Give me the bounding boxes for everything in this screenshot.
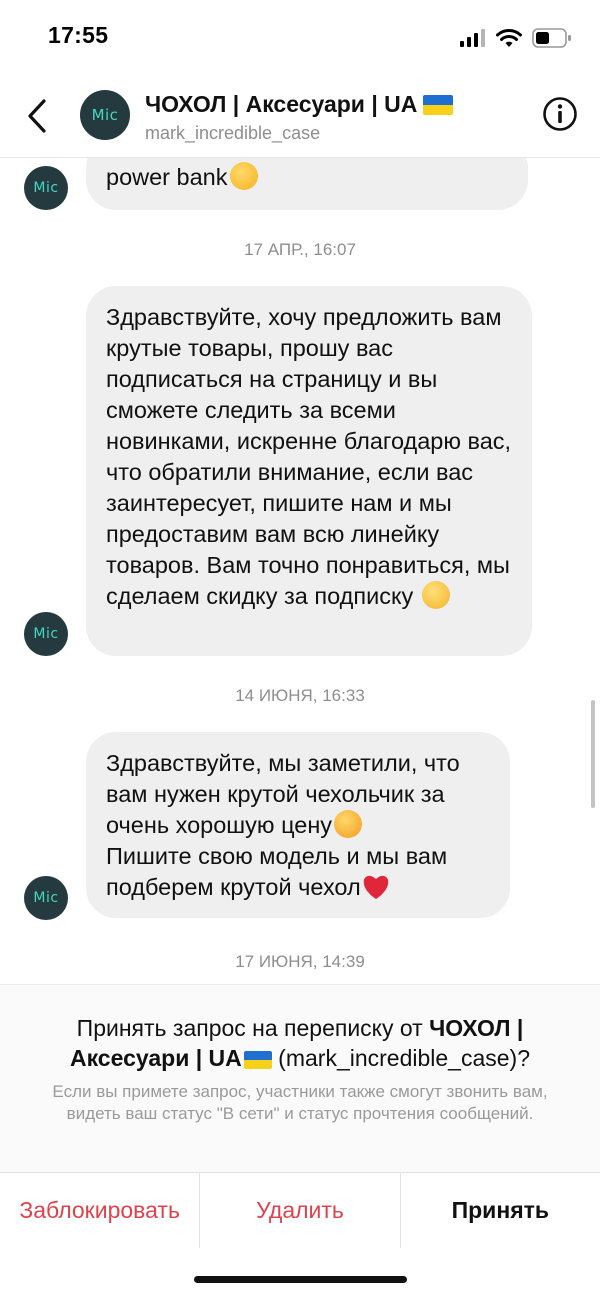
message-text: Здравствуйте, мы заметили, что вам нужен…: [106, 750, 460, 838]
avatar-logo-text: Mic: [33, 890, 59, 906]
smiling-emoji-icon: [421, 581, 450, 609]
ukraine-flag-icon: [243, 1050, 272, 1069]
status-bar: 17:55: [0, 0, 600, 76]
message-text: power bank: [106, 164, 228, 190]
block-button[interactable]: Заблокировать: [0, 1173, 199, 1247]
page-title[interactable]: ЧОХОЛ | Аксесуари | UA: [145, 91, 454, 118]
back-button[interactable]: [20, 94, 54, 138]
info-icon: [543, 97, 577, 131]
message-bubble[interactable]: power bank: [86, 158, 528, 210]
home-indicator[interactable]: [194, 1276, 407, 1283]
avatar-logo-text: Mic: [91, 106, 119, 124]
sender-avatar[interactable]: Mic: [24, 876, 68, 920]
message-timestamp: 17 АПР., 16:07: [244, 240, 356, 259]
ukraine-flag-icon: [423, 94, 454, 115]
sender-avatar[interactable]: Mic: [24, 166, 68, 210]
hugging-emoji-icon: [229, 162, 258, 190]
message-timestamp: 14 ИЮНЯ, 16:33: [235, 686, 365, 705]
chat-header: Mic ЧОХОЛ | Аксесуари | UA mark_incredib…: [0, 76, 600, 158]
request-question: Принять запрос на переписку от ЧОХОЛ | А…: [30, 1013, 570, 1073]
chat-title: ЧОХОЛ | Аксесуари | UA: [145, 91, 418, 117]
red-heart-emoji-icon: [363, 875, 388, 899]
request-note: Если вы примете запрос, участники также …: [52, 1082, 548, 1123]
chat-username: mark_incredible_case: [145, 123, 321, 143]
avatar-logo-text: Mic: [33, 180, 59, 196]
header-avatar[interactable]: Mic: [80, 90, 130, 140]
message-text: Здравствуйте, хочу предложить вам крутые…: [106, 304, 512, 609]
avatar-logo-text: Mic: [33, 626, 59, 642]
delete-button[interactable]: Удалить: [200, 1173, 399, 1247]
chevron-left-icon: [28, 99, 46, 133]
accept-button[interactable]: Принять: [401, 1173, 600, 1247]
status-time: 17:55: [48, 22, 109, 48]
message-list[interactable]: power bank Mic 17 АПР., 16:07 Здравствуй…: [0, 158, 600, 984]
status-icons: [460, 28, 572, 48]
smiling-hearts-emoji-icon: [334, 810, 363, 838]
sender-avatar[interactable]: Mic: [24, 612, 68, 656]
info-button[interactable]: [542, 96, 578, 132]
message-timestamp: 17 ИЮНЯ, 14:39: [235, 952, 365, 971]
battery-icon: [532, 28, 571, 48]
request-suffix: (mark_incredible_case)?: [271, 1045, 531, 1071]
message-bubble[interactable]: Здравствуйте, мы заметили, что вам нужен…: [86, 732, 510, 918]
signal-icon: [460, 29, 485, 47]
message-request-panel: Принять запрос на переписку от ЧОХОЛ | А…: [0, 984, 600, 1172]
message-bubble[interactable]: Здравствуйте, хочу предложить вам крутые…: [86, 286, 532, 656]
request-prefix: Принять запрос на переписку от: [76, 1015, 430, 1041]
request-actions: Заблокировать Удалить Принять: [0, 1172, 600, 1248]
message-text: Пишите свою модель и мы вам подберем кру…: [106, 843, 448, 900]
scrollbar[interactable]: [591, 700, 595, 808]
wifi-icon: [496, 28, 522, 47]
